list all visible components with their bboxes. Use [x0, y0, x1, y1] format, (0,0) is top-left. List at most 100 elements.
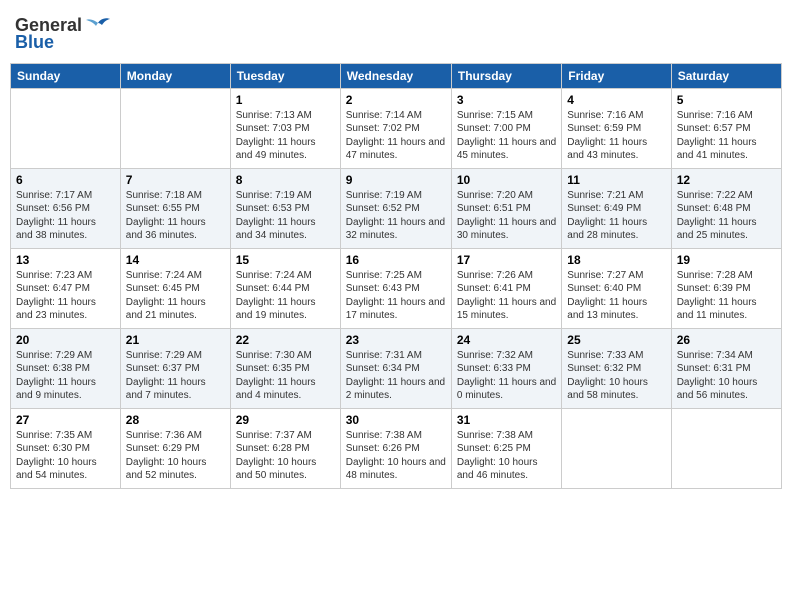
day-number: 10 — [457, 173, 556, 187]
day-number: 1 — [236, 93, 335, 107]
day-info: Sunrise: 7:23 AMSunset: 6:47 PMDaylight:… — [16, 269, 115, 323]
day-number: 7 — [126, 173, 225, 187]
calendar-cell: 6 Sunrise: 7:17 AMSunset: 6:56 PMDaylight… — [11, 168, 121, 248]
day-number: 29 — [236, 413, 335, 427]
day-info: Sunrise: 7:24 AMSunset: 6:45 PMDaylight:… — [126, 269, 225, 323]
day-number: 2 — [346, 93, 446, 107]
day-number: 28 — [126, 413, 225, 427]
calendar-cell: 3 Sunrise: 7:15 AMSunset: 7:00 PMDaylight… — [451, 88, 561, 168]
week-row-2: 6 Sunrise: 7:17 AMSunset: 6:56 PMDaylight… — [11, 168, 782, 248]
day-number: 9 — [346, 173, 446, 187]
day-number: 19 — [677, 253, 776, 267]
weekday-header-sunday: Sunday — [11, 63, 121, 88]
calendar-cell — [120, 88, 230, 168]
calendar-table: SundayMondayTuesdayWednesdayThursdayFrid… — [10, 63, 782, 489]
logo: General Blue — [15, 15, 112, 53]
day-number: 4 — [567, 93, 665, 107]
week-row-3: 13 Sunrise: 7:23 AMSunset: 6:47 PMDayligh… — [11, 248, 782, 328]
calendar-cell: 23Sunrise: 7:31 AMSunset: 6:34 PMDayligh… — [340, 328, 451, 408]
day-number: 5 — [677, 93, 776, 107]
day-info: Sunrise: 7:22 AMSunset: 6:48 PMDaylight:… — [677, 189, 776, 243]
day-info: Sunrise: 7:17 AMSunset: 6:56 PMDaylight:… — [16, 189, 115, 243]
weekday-header-friday: Friday — [562, 63, 671, 88]
calendar-cell — [11, 88, 121, 168]
day-number: 26 — [677, 333, 776, 347]
day-info: Sunrise: 7:13 AMSunset: 7:03 PMDaylight:… — [236, 109, 335, 163]
week-row-5: 27 Sunrise: 7:35 AMSunset: 6:30 PMDayligh… — [11, 408, 782, 488]
calendar-cell: 12 Sunrise: 7:22 AMSunset: 6:48 PMDayligh… — [671, 168, 781, 248]
logo-text-blue: Blue — [15, 33, 54, 53]
day-number: 13 — [16, 253, 115, 267]
day-info: Sunrise: 7:27 AMSunset: 6:40 PMDaylight:… — [567, 269, 665, 323]
day-number: 11 — [567, 173, 665, 187]
calendar-cell: 14 Sunrise: 7:24 AMSunset: 6:45 PMDayligh… — [120, 248, 230, 328]
day-number: 3 — [457, 93, 556, 107]
calendar-cell: 13 Sunrise: 7:23 AMSunset: 6:47 PMDayligh… — [11, 248, 121, 328]
day-number: 14 — [126, 253, 225, 267]
week-row-4: 20 Sunrise: 7:29 AMSunset: 6:38 PMDayligh… — [11, 328, 782, 408]
day-info: Sunrise: 7:29 AMSunset: 6:37 PMDaylight:… — [126, 349, 225, 403]
day-info: Sunrise: 7:32 AMSunset: 6:33 PMDaylight:… — [457, 349, 556, 403]
calendar-cell: 4Sunrise: 7:16 AMSunset: 6:59 PMDaylight… — [562, 88, 671, 168]
day-info: Sunrise: 7:35 AMSunset: 6:30 PMDaylight:… — [16, 429, 115, 483]
day-info: Sunrise: 7:14 AMSunset: 7:02 PMDaylight:… — [346, 109, 446, 163]
page-header: General Blue — [10, 10, 782, 53]
calendar-cell: 25 Sunrise: 7:33 AMSunset: 6:32 PMDayligh… — [562, 328, 671, 408]
calendar-cell — [562, 408, 671, 488]
calendar-cell: 1 Sunrise: 7:13 AMSunset: 7:03 PMDaylight… — [230, 88, 340, 168]
calendar-cell — [671, 408, 781, 488]
day-info: Sunrise: 7:24 AMSunset: 6:44 PMDaylight:… — [236, 269, 335, 323]
day-info: Sunrise: 7:18 AMSunset: 6:55 PMDaylight:… — [126, 189, 225, 243]
day-number: 24 — [457, 333, 556, 347]
day-info: Sunrise: 7:16 AMSunset: 6:57 PMDaylight:… — [677, 109, 776, 163]
day-number: 22 — [236, 333, 335, 347]
day-info: Sunrise: 7:15 AMSunset: 7:00 PMDaylight:… — [457, 109, 556, 163]
day-info: Sunrise: 7:20 AMSunset: 6:51 PMDaylight:… — [457, 189, 556, 243]
day-number: 15 — [236, 253, 335, 267]
day-info: Sunrise: 7:38 AMSunset: 6:26 PMDaylight:… — [346, 429, 446, 483]
day-info: Sunrise: 7:33 AMSunset: 6:32 PMDaylight:… — [567, 349, 665, 403]
calendar-cell: 20 Sunrise: 7:29 AMSunset: 6:38 PMDayligh… — [11, 328, 121, 408]
day-info: Sunrise: 7:29 AMSunset: 6:38 PMDaylight:… — [16, 349, 115, 403]
day-number: 16 — [346, 253, 446, 267]
calendar-cell: 16Sunrise: 7:25 AMSunset: 6:43 PMDayligh… — [340, 248, 451, 328]
weekday-header-thursday: Thursday — [451, 63, 561, 88]
day-info: Sunrise: 7:36 AMSunset: 6:29 PMDaylight:… — [126, 429, 225, 483]
calendar-cell: 15 Sunrise: 7:24 AMSunset: 6:44 PMDayligh… — [230, 248, 340, 328]
day-info: Sunrise: 7:34 AMSunset: 6:31 PMDaylight:… — [677, 349, 776, 403]
weekday-header-wednesday: Wednesday — [340, 63, 451, 88]
day-info: Sunrise: 7:26 AMSunset: 6:41 PMDaylight:… — [457, 269, 556, 323]
calendar-cell: 9 Sunrise: 7:19 AMSunset: 6:52 PMDaylight… — [340, 168, 451, 248]
day-info: Sunrise: 7:19 AMSunset: 6:52 PMDaylight:… — [346, 189, 446, 243]
day-number: 6 — [16, 173, 115, 187]
day-number: 27 — [16, 413, 115, 427]
day-number: 8 — [236, 173, 335, 187]
day-number: 17 — [457, 253, 556, 267]
logo-bird-icon — [84, 15, 112, 37]
day-info: Sunrise: 7:37 AMSunset: 6:28 PMDaylight:… — [236, 429, 335, 483]
calendar-cell: 24 Sunrise: 7:32 AMSunset: 6:33 PMDayligh… — [451, 328, 561, 408]
weekday-header-tuesday: Tuesday — [230, 63, 340, 88]
day-info: Sunrise: 7:19 AMSunset: 6:53 PMDaylight:… — [236, 189, 335, 243]
day-number: 12 — [677, 173, 776, 187]
weekday-header-row: SundayMondayTuesdayWednesdayThursdayFrid… — [11, 63, 782, 88]
calendar-cell: 7 Sunrise: 7:18 AMSunset: 6:55 PMDaylight… — [120, 168, 230, 248]
week-row-1: 1 Sunrise: 7:13 AMSunset: 7:03 PMDaylight… — [11, 88, 782, 168]
day-info: Sunrise: 7:38 AMSunset: 6:25 PMDaylight:… — [457, 429, 556, 483]
day-number: 20 — [16, 333, 115, 347]
calendar-cell: 29 Sunrise: 7:37 AMSunset: 6:28 PMDayligh… — [230, 408, 340, 488]
day-info: Sunrise: 7:30 AMSunset: 6:35 PMDaylight:… — [236, 349, 335, 403]
day-info: Sunrise: 7:28 AMSunset: 6:39 PMDaylight:… — [677, 269, 776, 323]
day-number: 30 — [346, 413, 446, 427]
day-number: 25 — [567, 333, 665, 347]
day-number: 31 — [457, 413, 556, 427]
calendar-cell: 10 Sunrise: 7:20 AMSunset: 6:51 PMDayligh… — [451, 168, 561, 248]
calendar-cell: 22 Sunrise: 7:30 AMSunset: 6:35 PMDayligh… — [230, 328, 340, 408]
calendar-cell: 27 Sunrise: 7:35 AMSunset: 6:30 PMDayligh… — [11, 408, 121, 488]
calendar-cell: 5 Sunrise: 7:16 AMSunset: 6:57 PMDaylight… — [671, 88, 781, 168]
day-number: 23 — [346, 333, 446, 347]
calendar-cell: 18 Sunrise: 7:27 AMSunset: 6:40 PMDayligh… — [562, 248, 671, 328]
day-number: 18 — [567, 253, 665, 267]
calendar-cell: 19 Sunrise: 7:28 AMSunset: 6:39 PMDayligh… — [671, 248, 781, 328]
calendar-cell: 17 Sunrise: 7:26 AMSunset: 6:41 PMDayligh… — [451, 248, 561, 328]
